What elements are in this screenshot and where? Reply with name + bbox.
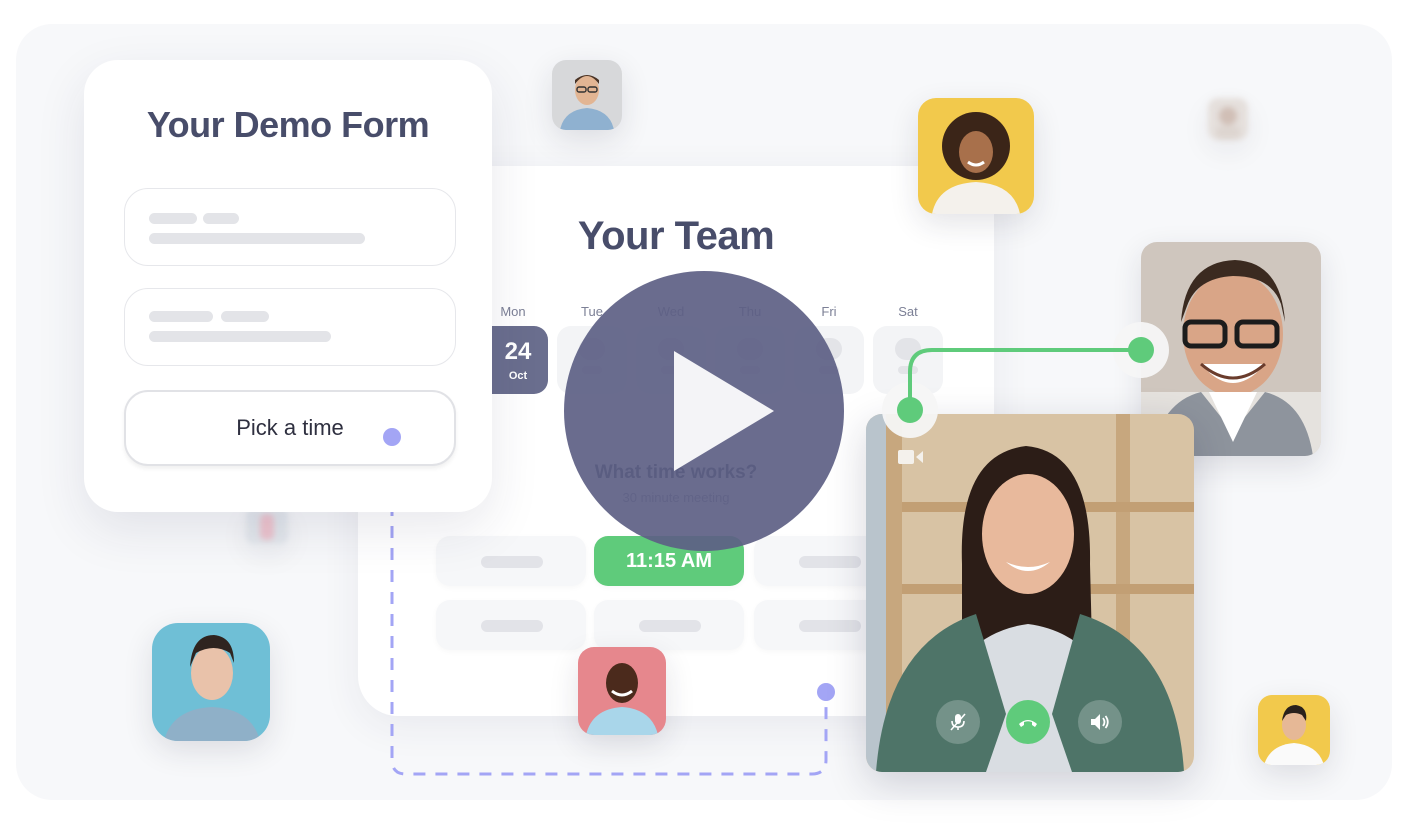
play-video-button[interactable]: [564, 271, 844, 551]
play-icon: [674, 351, 774, 471]
connector-dot-left: [897, 397, 923, 423]
connector-dot-right: [1128, 337, 1154, 363]
